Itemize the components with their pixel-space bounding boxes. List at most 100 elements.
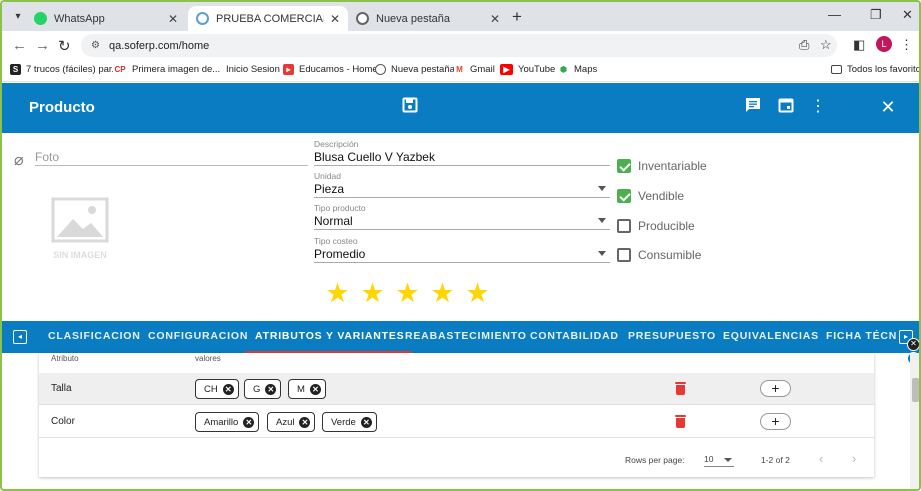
remove-chip-icon[interactable]: ✕: [243, 416, 255, 428]
bookmark-item[interactable]: ▶ YouTube: [500, 64, 555, 75]
star-icon[interactable]: ★: [320, 279, 355, 307]
back-icon[interactable]: ←: [12, 37, 27, 54]
checkbox-checked-icon[interactable]: [617, 189, 631, 203]
tab-clasificacion[interactable]: CLASIFICACION: [48, 321, 141, 353]
browser-tab-nueva[interactable]: Nueva pestaña ✕: [348, 6, 508, 31]
delete-icon[interactable]: [675, 382, 686, 395]
unit-select[interactable]: Unidad Pieza: [314, 171, 610, 198]
remove-chip-icon[interactable]: ✕: [299, 416, 311, 428]
prev-page-icon[interactable]: ‹: [819, 451, 823, 466]
star-icon[interactable]: ★: [390, 279, 425, 307]
value-chip[interactable]: G ✕: [244, 379, 282, 399]
tab-equivalencias[interactable]: EQUIVALENCIAS: [723, 321, 819, 353]
value-chip[interactable]: Verde ✕: [322, 412, 377, 432]
bookmark-item[interactable]: ▸ Educamos - Home: [283, 64, 378, 75]
description-value[interactable]: Blusa Cuello V Yazbek: [314, 149, 610, 166]
new-tab-icon[interactable]: +: [512, 7, 522, 27]
bookmark-item[interactable]: S 7 trucos (fáciles) par...: [10, 64, 119, 75]
remove-chip-icon[interactable]: ✕: [360, 416, 372, 428]
bookmark-item[interactable]: Inicio Sesion: [226, 64, 280, 75]
close-tab-icon[interactable]: ✕: [330, 12, 340, 26]
chrome-menu-icon[interactable]: ⋮: [900, 37, 913, 53]
bookmark-item[interactable]: M Gmail: [454, 64, 495, 75]
value-chip[interactable]: Azul ✕: [267, 412, 316, 432]
site-settings-icon[interactable]: ⚙: [91, 40, 100, 51]
reload-icon[interactable]: ↻: [58, 37, 71, 55]
cost-type-select[interactable]: Tipo costeo Promedio: [314, 236, 610, 263]
tab-search-icon[interactable]: ▾: [9, 8, 27, 26]
tab-presupuesto[interactable]: PRESUPUESTO: [628, 321, 716, 353]
value-chip[interactable]: M ✕: [288, 379, 326, 399]
delete-icon[interactable]: [675, 415, 686, 428]
bookmark-star-icon[interactable]: ☆: [820, 37, 832, 53]
description-label: Descripción: [314, 139, 359, 149]
close-tab-icon[interactable]: ✕: [168, 12, 178, 26]
close-side-icon[interactable]: ✕: [907, 338, 919, 351]
scroll-tabs-left-icon[interactable]: ◂: [13, 330, 27, 344]
photo-field[interactable]: Foto: [35, 150, 308, 166]
product-type-value[interactable]: Normal: [314, 213, 610, 230]
chevron-down-icon[interactable]: [598, 186, 606, 191]
browser-tab-whatsapp[interactable]: WhatsApp ✕: [26, 6, 186, 31]
star-icon[interactable]: ★: [425, 279, 460, 307]
url-field[interactable]: ⚙ qa.soferp.com/home: [81, 34, 837, 57]
checkbox-label: Vendible: [638, 189, 685, 203]
checkbox-unchecked-icon[interactable]: [617, 219, 631, 233]
bookmark-item[interactable]: ⬢ Maps: [558, 64, 597, 75]
remove-chip-icon[interactable]: ✕: [309, 383, 321, 395]
value-chip[interactable]: Amarillo ✕: [195, 412, 260, 432]
chevron-down-icon[interactable]: [598, 251, 606, 256]
rows-per-page-select[interactable]: 10: [704, 454, 734, 467]
restore-icon[interactable]: ❐: [870, 7, 882, 23]
product-type-select[interactable]: Tipo producto Normal: [314, 203, 610, 230]
tab-strip: ▾ WhatsApp ✕ PRUEBA COMERCIALIZADORA ✕ N…: [2, 2, 919, 31]
more-options-icon[interactable]: ⋮: [808, 97, 828, 117]
tab-reabastecimiento[interactable]: REABASTECIMIENTO: [405, 321, 527, 353]
add-value-button[interactable]: +: [760, 413, 791, 430]
all-bookmarks[interactable]: Todos los favoritos: [831, 64, 919, 75]
calendar-icon[interactable]: [776, 97, 796, 117]
next-page-icon[interactable]: ›: [852, 451, 856, 466]
tab-atributos-variantes[interactable]: ATRIBUTOS Y VARIANTES: [244, 321, 413, 353]
producible-checkbox[interactable]: Producible: [617, 219, 695, 233]
chip-label: CH: [204, 383, 218, 395]
side-panel-icon[interactable]: ◧: [853, 37, 865, 53]
table-row[interactable]: Talla CH ✕ G ✕ M ✕ +: [39, 373, 874, 405]
bookmark-item[interactable]: Nueva pestaña: [375, 64, 455, 75]
star-icon[interactable]: ★: [460, 279, 495, 307]
install-app-icon[interactable]: ⎙: [799, 37, 809, 53]
checkbox-unchecked-icon[interactable]: [617, 248, 631, 262]
add-value-button[interactable]: +: [760, 380, 791, 397]
youtube-icon: ▶: [500, 64, 513, 75]
scrollbar[interactable]: [910, 353, 919, 489]
table-row[interactable]: Color Amarillo ✕ Azul ✕ Verde ✕ +: [39, 406, 874, 438]
value-chip[interactable]: CH ✕: [195, 379, 239, 399]
profile-avatar[interactable]: L: [876, 36, 892, 52]
star-icon[interactable]: ★: [355, 279, 390, 307]
forward-icon[interactable]: →: [35, 37, 50, 54]
description-field[interactable]: Descripción Blusa Cuello V Yazbek: [314, 139, 610, 166]
unit-value[interactable]: Pieza: [314, 181, 610, 198]
scrollbar-thumb[interactable]: [912, 378, 919, 402]
checkbox-checked-icon[interactable]: [617, 159, 631, 173]
tab-ficha-tecnica[interactable]: FICHA TÉCN: [826, 321, 897, 353]
consumible-checkbox[interactable]: Consumible: [617, 248, 701, 262]
close-tab-icon[interactable]: ✕: [490, 12, 500, 26]
remove-chip-icon[interactable]: ✕: [222, 383, 234, 395]
minimize-icon[interactable]: —: [828, 7, 841, 22]
bookmark-label: Maps: [574, 64, 598, 75]
vendible-checkbox[interactable]: Vendible: [617, 189, 684, 203]
save-icon[interactable]: [400, 97, 420, 117]
attach-icon[interactable]: ⌀: [14, 150, 24, 170]
cost-type-value[interactable]: Promedio: [314, 246, 610, 263]
browser-tab-prueba[interactable]: PRUEBA COMERCIALIZADORA ✕: [188, 6, 348, 31]
tab-contabilidad[interactable]: CONTABILIDAD: [530, 321, 619, 353]
notes-icon[interactable]: [743, 97, 763, 117]
chevron-down-icon[interactable]: [598, 218, 606, 223]
bookmark-item[interactable]: CP Primera imagen de...: [113, 64, 220, 75]
close-icon[interactable]: ✕: [878, 97, 898, 117]
close-window-icon[interactable]: ✕: [902, 7, 913, 23]
inventariable-checkbox[interactable]: Inventariable: [617, 159, 707, 173]
remove-chip-icon[interactable]: ✕: [265, 383, 277, 395]
tab-configuracion[interactable]: CONFIGURACION: [148, 321, 248, 353]
